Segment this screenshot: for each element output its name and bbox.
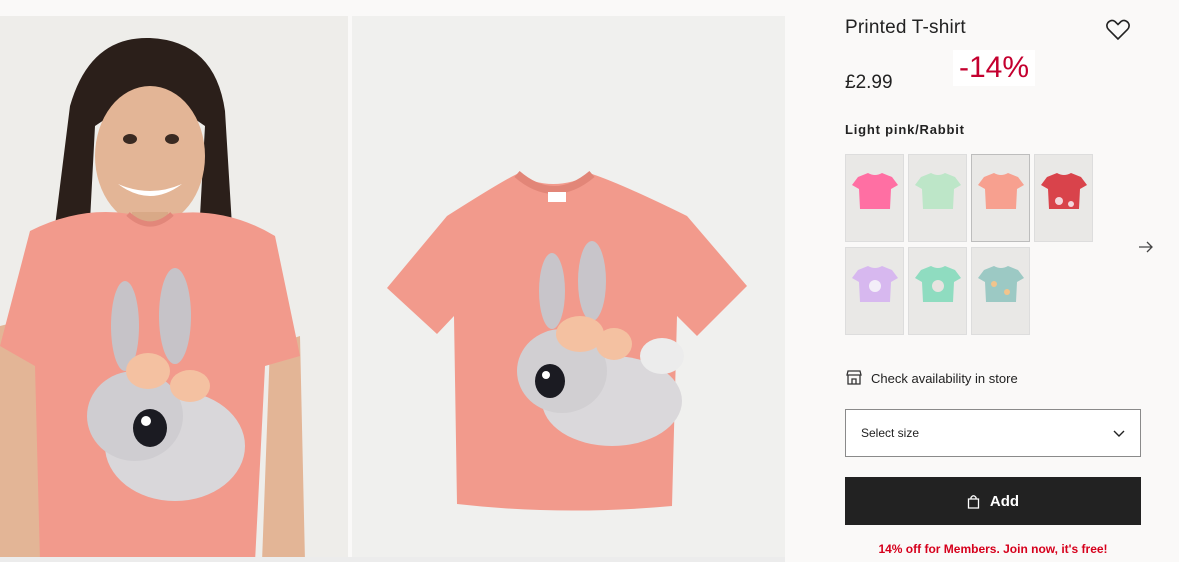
product-photo[interactable]: [352, 16, 785, 562]
arrow-right-icon[interactable]: [1137, 238, 1155, 256]
add-to-bag-button[interactable]: Add: [845, 477, 1141, 525]
chevron-down-icon: [1113, 430, 1125, 437]
discount-badge: -14%: [953, 50, 1036, 86]
swatch-mint[interactable]: [908, 154, 967, 242]
model-photo[interactable]: [0, 16, 348, 562]
swatch-red-floral[interactable]: [1034, 154, 1093, 242]
size-select-label: Select size: [861, 426, 920, 440]
add-button-label: Add: [989, 492, 1020, 510]
swatch-peach[interactable]: [971, 154, 1030, 242]
member-offer-text[interactable]: 14% off for Members. Join now, it's free…: [845, 542, 1141, 556]
swatch-pink[interactable]: [845, 154, 904, 242]
check-availability-link[interactable]: Check availability in store: [845, 369, 1018, 388]
heart-icon[interactable]: [1105, 18, 1131, 42]
swatch-mint-bunny[interactable]: [908, 247, 967, 335]
store-icon: [845, 369, 871, 388]
swatch-lilac-unicorn[interactable]: [845, 247, 904, 335]
check-availability-label: Check availability in store: [871, 371, 1018, 386]
product-title: Printed T-shirt: [845, 17, 966, 38]
size-select[interactable]: Select size: [845, 409, 1141, 457]
divider: [0, 557, 785, 562]
swatch-teal-print[interactable]: [971, 247, 1030, 335]
color-name: Light pink/Rabbit: [845, 122, 965, 137]
top-bar: [0, 0, 785, 16]
product-info-panel: Printed T-shirt £2.99 -14% Light pink/Ra…: [785, 0, 1179, 562]
price: £2.99: [845, 72, 893, 93]
shopping-bag-icon: [967, 494, 980, 509]
